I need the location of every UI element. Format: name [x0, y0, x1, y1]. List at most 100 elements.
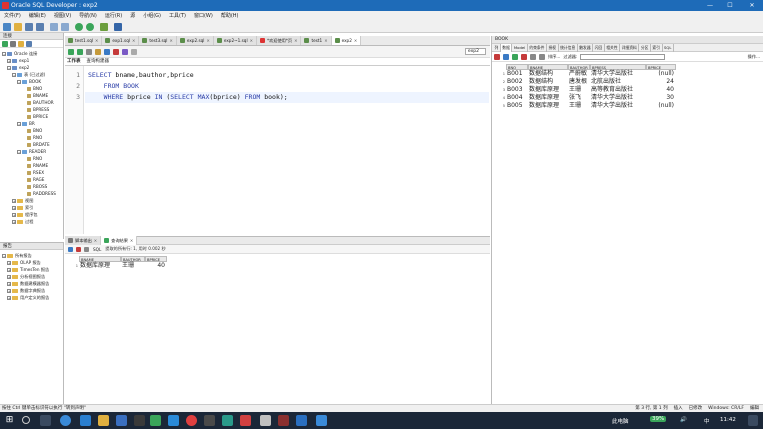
connection-selector[interactable]: exp2 [464, 48, 486, 55]
cell[interactable]: 30 [646, 94, 676, 102]
app-icon[interactable] [204, 415, 215, 426]
expand-icon[interactable]: + [12, 205, 16, 210]
menu-edit[interactable]: 编辑(E) [25, 11, 50, 21]
back-icon[interactable] [75, 22, 83, 31]
reports-tree-item[interactable]: + 数据字典报告 [0, 287, 63, 294]
table-row[interactable]: 3 B003 数据库原理 王珊 高等教育出版社 40 [500, 86, 763, 94]
connections-tree-item[interactable]: BPRESS [0, 106, 63, 113]
cell[interactable]: B004 [506, 94, 528, 102]
expand-icon[interactable]: + [12, 212, 16, 217]
task-view-icon[interactable] [40, 415, 51, 426]
document-tab[interactable]: test1.sql ✕ [65, 36, 103, 45]
forward-icon[interactable] [86, 22, 94, 31]
filter-input[interactable] [580, 53, 666, 60]
cell[interactable]: 24 [646, 78, 676, 86]
menu-source[interactable]: 源 [126, 11, 139, 21]
cell[interactable]: B003 [506, 86, 528, 94]
table-row[interactable]: 4 B004 数据库原理 张飞 清华大学出版社 30 [500, 94, 763, 102]
sort-button[interactable]: 排序... [548, 54, 560, 60]
minimize-button[interactable]: — [700, 0, 720, 11]
menu-tools[interactable]: 工具(T) [165, 11, 190, 21]
commit-icon[interactable] [530, 53, 536, 60]
app-icon[interactable] [80, 415, 91, 426]
table-panel-tab[interactable]: 列 [493, 43, 501, 52]
sql-label[interactable]: SQL [93, 247, 101, 252]
close-tab-icon[interactable]: ✕ [95, 36, 98, 45]
expand-icon[interactable]: + [12, 219, 16, 224]
cell[interactable]: 清华大学出版社 [590, 70, 646, 78]
collapse-icon[interactable]: − [17, 79, 21, 84]
refresh-result-icon[interactable] [84, 246, 89, 252]
cell[interactable]: 高等教育出版社 [590, 86, 646, 94]
table-row[interactable]: 2 B002 数据结构 唐发根 北航出版社 24 [500, 78, 763, 86]
app-icon[interactable] [222, 415, 233, 426]
table-row[interactable]: 5 B005 数据库原理 王珊 清华大学出版社 (null) [500, 102, 763, 110]
connections-tree-item[interactable]: − READER [0, 148, 63, 155]
refresh-icon[interactable] [503, 53, 509, 60]
close-tab-icon[interactable]: ✕ [206, 36, 209, 45]
new-icon[interactable] [3, 22, 11, 31]
menu-help[interactable]: 帮助(H) [217, 11, 243, 21]
close-tab-icon[interactable]: ✕ [324, 36, 327, 45]
app-icon[interactable] [316, 415, 327, 426]
cell[interactable]: 数据库原理 [79, 262, 121, 270]
this-pc-label[interactable]: 此电脑 [612, 417, 629, 425]
actions-button[interactable]: 操作... [748, 54, 760, 60]
input-language[interactable]: 中 [704, 417, 710, 425]
open-icon[interactable] [14, 22, 22, 31]
refresh-icon[interactable] [10, 40, 16, 47]
app-icon[interactable] [296, 415, 307, 426]
table-panel-tab[interactable]: 数据 [500, 43, 513, 52]
connections-tree-item[interactable]: BRDATE [0, 141, 63, 148]
run-script-icon[interactable] [77, 48, 83, 55]
close-tab-icon[interactable]: ✕ [354, 36, 357, 45]
collapse-icon[interactable]: − [12, 72, 16, 77]
pin-icon[interactable] [68, 246, 73, 252]
sql-monitor-icon[interactable] [114, 22, 122, 31]
code-area[interactable]: SELECT bname,bauthor,bprice FROM BOOK WH… [85, 70, 489, 103]
cell[interactable]: (null) [646, 102, 676, 110]
chrome-icon[interactable] [186, 415, 197, 426]
collapse-icon[interactable]: − [2, 253, 6, 258]
autotrace-icon[interactable] [95, 48, 101, 55]
rollback-icon[interactable] [539, 53, 545, 60]
connections-tree-item[interactable]: BNO [0, 127, 63, 134]
redo-icon[interactable] [61, 22, 69, 31]
table-panel-tab[interactable]: Model [512, 43, 528, 52]
document-tab[interactable]: exp2.sql ✕ [176, 36, 214, 45]
rollback-icon[interactable] [113, 48, 119, 55]
undo-icon[interactable] [50, 22, 58, 31]
connections-tree-item[interactable]: + 索引 [0, 204, 63, 211]
maximize-button[interactable]: ☐ [720, 0, 740, 11]
document-tab[interactable]: exp2~1.sql ✕ [213, 36, 257, 45]
table-panel-tab[interactable]: 触发器 [578, 43, 594, 52]
connections-tree-item[interactable]: − Oracle 连接 [0, 50, 63, 57]
document-tab[interactable]: exp1.sql ✕ [102, 36, 140, 45]
table-panel-tab[interactable]: 分区 [639, 43, 651, 52]
expand-icon[interactable]: + [7, 58, 11, 63]
cell[interactable]: 王珊 [568, 86, 590, 94]
close-tab-icon[interactable]: ✕ [294, 36, 297, 45]
cell[interactable]: 王珊 [121, 262, 145, 270]
collapse-icon[interactable]: − [2, 51, 6, 56]
cell[interactable]: B002 [506, 78, 528, 86]
tab-worksheet[interactable]: 工作表 [67, 58, 81, 66]
edge-icon[interactable] [60, 415, 71, 426]
search-icon[interactable] [22, 416, 30, 424]
insert-row-icon[interactable] [512, 53, 518, 60]
clock[interactable]: 11:42 [720, 417, 736, 423]
cell[interactable]: B005 [506, 102, 528, 110]
add-connection-icon[interactable] [2, 40, 8, 47]
connections-tree-item[interactable]: + 程序包 [0, 211, 63, 218]
reports-tree-item[interactable]: + 数据建模器报告 [0, 280, 63, 287]
format-icon[interactable] [122, 48, 128, 55]
table-panel-tab[interactable]: 详细资料 [620, 43, 640, 52]
menu-navigate[interactable]: 导航(N) [75, 11, 101, 21]
battery-indicator[interactable]: 39% [650, 416, 667, 422]
table-row[interactable]: 1 数据库原理 王珊 40 [73, 262, 490, 270]
notification-icon[interactable] [748, 415, 758, 426]
menu-file[interactable]: 文件(F) [0, 11, 25, 21]
table-panel-tab[interactable]: SQL [663, 43, 675, 52]
save-icon[interactable] [25, 22, 33, 31]
connections-tree-item[interactable]: RNO [0, 134, 63, 141]
